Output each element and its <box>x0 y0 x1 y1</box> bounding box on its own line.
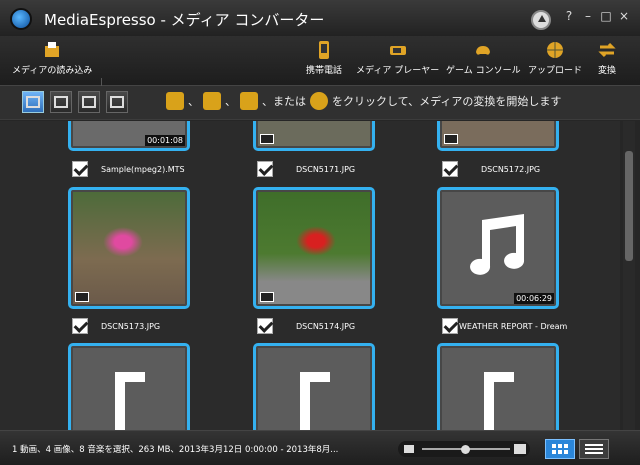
small-size-icon <box>404 445 414 453</box>
selection-summary: 1 動画、4 画像、8 音楽を選択、263 MB、2013年3月12日 0:00… <box>12 445 339 455</box>
phone-hint-icon <box>166 92 184 110</box>
photo-badge-icon <box>444 134 458 144</box>
globe-upload-icon <box>547 42 563 58</box>
import-media-button[interactable]: メディアの読み込み <box>12 40 92 76</box>
convert-label: 変換 <box>597 66 616 76</box>
media-item-card[interactable]: 00:01:08 <box>68 121 190 151</box>
media-item-card[interactable] <box>253 343 375 430</box>
photo-badge-icon <box>75 292 89 302</box>
media-grid: 00:01:08 Sample(mpeg2).MTS DSCN5171.JPG … <box>0 121 620 430</box>
hint-separator-2: 、 <box>225 95 236 108</box>
game-console-label: ゲーム コンソール <box>446 66 521 76</box>
all-media-icon <box>26 96 40 108</box>
music-note-icon <box>470 214 525 275</box>
close-button[interactable]: × <box>616 9 632 23</box>
music-thumbnail <box>442 192 554 304</box>
duration-label: 00:01:08 <box>145 135 185 146</box>
media-item-card[interactable] <box>437 343 559 430</box>
music-thumbnail <box>73 348 185 430</box>
vertical-scrollbar[interactable] <box>623 121 635 430</box>
game-controller-icon <box>476 46 491 55</box>
zoom-knob[interactable] <box>461 445 470 454</box>
media-item-card[interactable]: 00:06:29 <box>437 187 559 309</box>
photo-badge-icon <box>260 292 274 302</box>
item-checkbox[interactable] <box>72 318 88 334</box>
conversion-hint: 、 、 、または をクリックして、メディアの変換を開始します <box>166 92 561 110</box>
music-note-icon <box>110 96 124 108</box>
import-folder-icon <box>45 42 60 57</box>
phone-icon <box>319 41 329 59</box>
photo-thumbnail <box>258 121 370 146</box>
help-button[interactable]: ? <box>561 9 577 23</box>
media-filter-bar: 、 、 、または をクリックして、メディアの変換を開始します <box>0 86 640 120</box>
mobile-phone-label: 携帯電話 <box>306 66 343 76</box>
item-filename: Sample(mpeg2).MTS <box>101 165 185 174</box>
media-item-card[interactable] <box>68 187 190 309</box>
convert-button[interactable]: 変換 <box>597 40 617 76</box>
grid-view-icon <box>552 444 568 454</box>
player-hint-icon <box>203 92 221 110</box>
media-player-button[interactable]: メディア プレーヤー <box>356 40 439 76</box>
import-media-label: メディアの読み込み <box>12 66 93 76</box>
media-item-card[interactable] <box>437 121 559 151</box>
main-toolbar: メディアの読み込み ❤ 携帯電話 メディア プレーヤー ゲーム コンソール アッ… <box>0 36 640 118</box>
thumbnail-zoom-slider[interactable] <box>398 441 530 457</box>
mobile-phone-button[interactable]: 携帯電話 <box>306 40 342 76</box>
status-bar: 1 動画、4 画像、8 音楽を選択、263 MB、2013年3月12日 0:00… <box>0 430 640 465</box>
item-checkbox[interactable] <box>442 318 458 334</box>
item-filename: DSCN5173.JPG <box>101 322 161 331</box>
item-filename: WEATHER REPORT - Dream <box>459 322 568 331</box>
filter-photo-tab[interactable] <box>78 91 100 113</box>
hint-separator-1: 、 <box>188 95 199 108</box>
convert-arrows-icon <box>598 42 616 58</box>
filter-all-tab[interactable] <box>22 91 44 113</box>
title-bar: MediaEspresso - メディア コンバーター ? – □ × <box>0 0 640 36</box>
item-checkbox[interactable] <box>257 318 273 334</box>
window-title: MediaEspresso - メディア コンバーター <box>44 11 325 29</box>
music-thumbnail <box>258 348 370 430</box>
photo-thumbnail <box>442 121 554 146</box>
item-filename: DSCN5174.JPG <box>296 322 356 331</box>
upload-label: アップロード <box>528 66 583 76</box>
item-filename: DSCN5172.JPG <box>481 165 541 174</box>
globe-hint-icon <box>310 92 328 110</box>
scrollbar-thumb[interactable] <box>625 151 633 261</box>
photo-thumbnail <box>258 192 370 304</box>
main-window: MediaEspresso - メディア コンバーター ? – □ × メディア… <box>0 0 640 465</box>
grid-view-button[interactable] <box>545 439 575 459</box>
minimize-button[interactable]: – <box>580 9 596 23</box>
item-filename: DSCN5171.JPG <box>296 165 356 174</box>
hint-text: をクリックして、メディアの変換を開始します <box>332 95 562 108</box>
video-film-icon <box>54 96 68 108</box>
upload-button[interactable]: アップロード <box>528 40 582 76</box>
photo-thumbnail <box>73 192 185 304</box>
hint-or: 、または <box>262 95 306 108</box>
media-item-card[interactable] <box>253 187 375 309</box>
maximize-button[interactable]: □ <box>598 9 614 23</box>
game-hint-icon <box>240 92 258 110</box>
duration-label: 00:06:29 <box>514 293 554 304</box>
filter-music-tab[interactable] <box>106 91 128 113</box>
media-player-label: メディア プレーヤー <box>356 66 440 76</box>
update-icon[interactable] <box>531 10 551 30</box>
photo-badge-icon <box>260 134 274 144</box>
filter-video-tab[interactable] <box>50 91 72 113</box>
list-view-icon <box>585 444 603 454</box>
media-player-icon <box>389 46 406 55</box>
large-size-icon <box>514 444 526 454</box>
media-item-card[interactable] <box>68 343 190 430</box>
app-logo-icon <box>10 8 32 30</box>
list-view-button[interactable] <box>579 439 609 459</box>
item-checkbox[interactable] <box>72 161 88 177</box>
item-checkbox[interactable] <box>257 161 273 177</box>
game-console-button[interactable]: ゲーム コンソール <box>446 40 521 76</box>
music-thumbnail <box>442 348 554 430</box>
item-checkbox[interactable] <box>442 161 458 177</box>
media-item-card[interactable] <box>253 121 375 151</box>
photo-icon <box>82 96 96 108</box>
